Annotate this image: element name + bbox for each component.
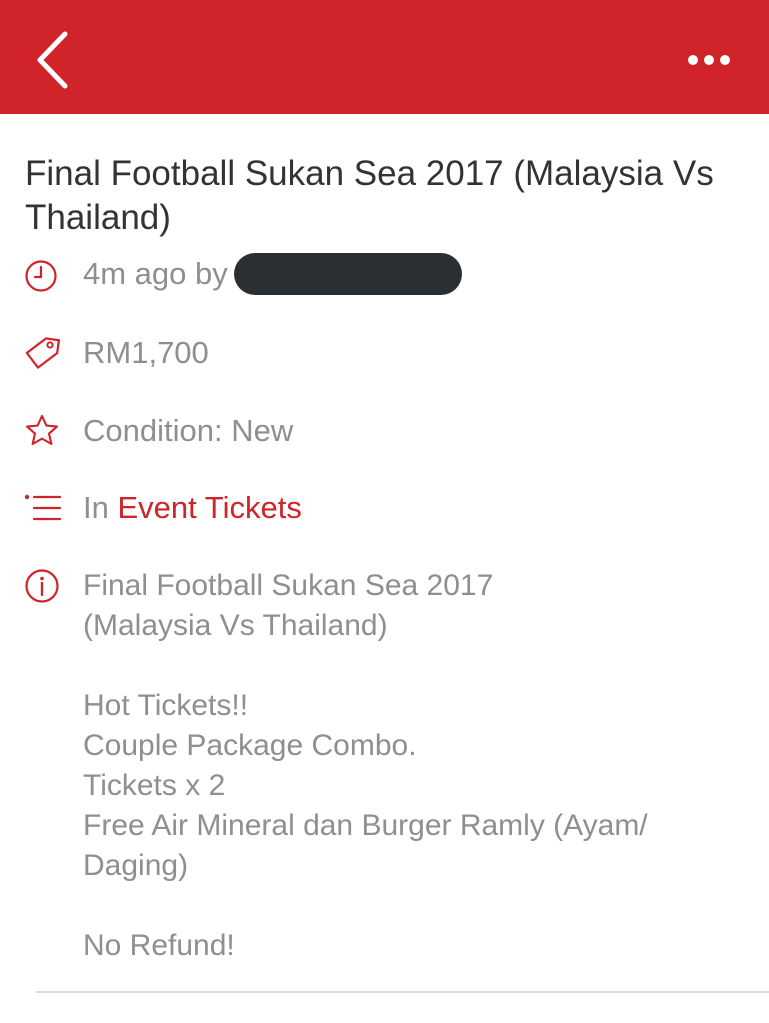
top-navigation-bar bbox=[0, 0, 769, 114]
category-link-event-tickets[interactable]: Event Tickets bbox=[117, 490, 301, 525]
more-horizontal-icon bbox=[688, 55, 730, 65]
category-row: In Event Tickets bbox=[24, 488, 744, 528]
price-tag-icon bbox=[24, 333, 64, 373]
info-icon bbox=[24, 568, 64, 608]
category-text: In Event Tickets bbox=[83, 490, 302, 526]
posted-time-label: 4m ago by bbox=[83, 256, 228, 292]
divider bbox=[36, 991, 769, 993]
condition-text: Condition: New bbox=[83, 413, 294, 448]
category-prefix: In bbox=[83, 490, 109, 525]
star-icon bbox=[24, 411, 64, 451]
description-section: Final Football Sukan Sea 2017 (Malaysia … bbox=[24, 566, 744, 966]
price-value: RM1,700 bbox=[83, 335, 209, 370]
condition-row: Condition: New bbox=[24, 411, 744, 451]
listing-title: Final Football Sukan Sea 2017 (Malaysia … bbox=[25, 154, 714, 237]
list-icon bbox=[24, 488, 64, 528]
posted-time-text: 4m ago by bbox=[83, 253, 462, 297]
chevron-left-icon bbox=[37, 31, 68, 89]
redacted-seller-name bbox=[233, 253, 462, 295]
price-row: RM1,700 bbox=[24, 333, 744, 373]
clock-icon bbox=[24, 256, 64, 296]
description-text: Final Football Sukan Sea 2017 (Malaysia … bbox=[83, 569, 648, 962]
posted-time-row: 4m ago by bbox=[24, 253, 744, 297]
back-button[interactable] bbox=[22, 28, 82, 92]
more-options-button[interactable] bbox=[669, 38, 749, 82]
